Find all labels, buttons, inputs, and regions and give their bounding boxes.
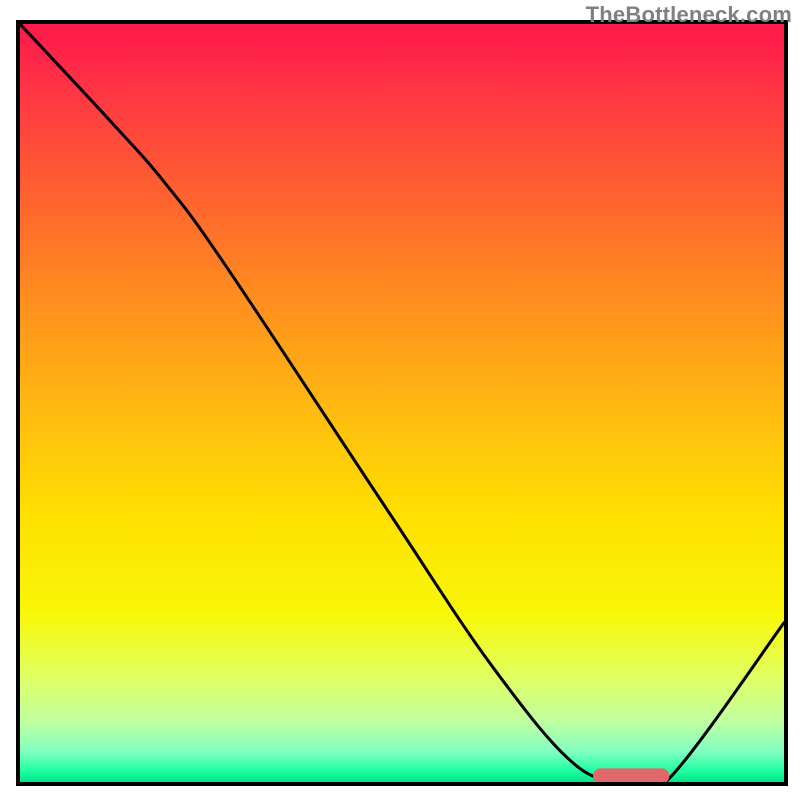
gradient-background [20,24,784,782]
chart-container: TheBottleneck.com [0,0,800,800]
watermark-text: TheBottleneck.com [586,2,792,28]
bottleneck-chart [0,0,800,800]
optimal-range-marker [593,768,669,783]
